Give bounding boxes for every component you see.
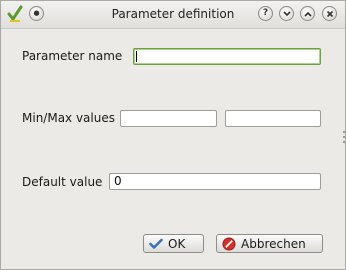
- help-icon[interactable]: ?: [258, 6, 273, 21]
- default-value: 0: [114, 174, 122, 188]
- text-caret: [136, 51, 137, 62]
- dialog-window: ● Parameter definition ? Parameter name …: [0, 0, 346, 270]
- cancel-icon: [222, 237, 236, 250]
- maximize-icon[interactable]: [300, 6, 315, 21]
- minimize-icon[interactable]: [279, 6, 294, 21]
- resize-grip-icon[interactable]: [343, 131, 345, 143]
- title-bar[interactable]: ● Parameter definition ?: [1, 1, 345, 29]
- max-value-input[interactable]: [225, 110, 321, 127]
- cancel-label: Abbrechen: [241, 236, 306, 251]
- min-value-input[interactable]: [120, 110, 217, 127]
- cancel-button[interactable]: Abbrechen: [216, 234, 323, 253]
- parameter-name-label: Parameter name: [22, 49, 123, 63]
- ok-label: OK: [168, 236, 186, 251]
- close-icon[interactable]: [322, 6, 337, 21]
- ok-button[interactable]: OK: [143, 234, 204, 253]
- default-value-label: Default value: [22, 175, 103, 189]
- minmax-label: Min/Max values: [22, 111, 115, 125]
- default-value-input[interactable]: 0: [109, 173, 321, 190]
- parameter-name-input[interactable]: [133, 48, 321, 65]
- checkmark-icon: [149, 238, 163, 249]
